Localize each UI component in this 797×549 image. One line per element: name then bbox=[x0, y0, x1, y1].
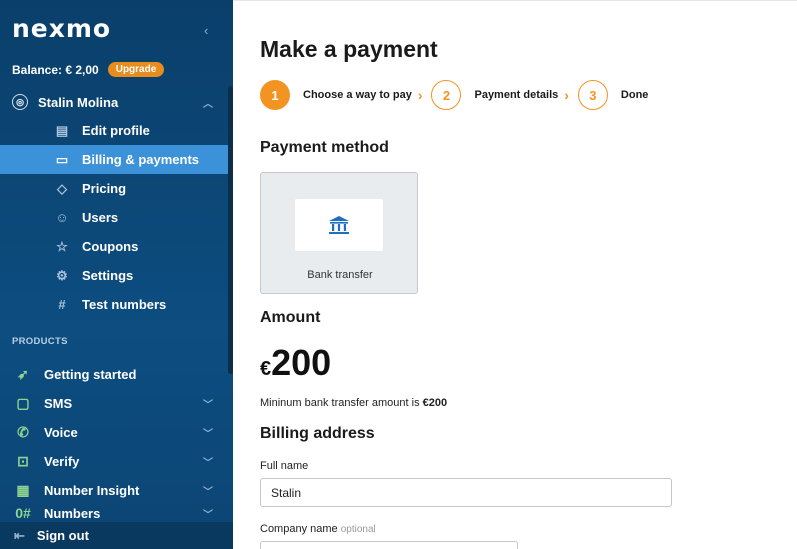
star-icon: ☆ bbox=[56, 238, 68, 254]
bank-transfer-option[interactable]: Bank transfer bbox=[260, 172, 418, 294]
sidebar-item-label: Pricing bbox=[82, 181, 127, 196]
upgrade-button[interactable]: Upgrade bbox=[107, 62, 165, 77]
tag-icon: ◇ bbox=[57, 180, 67, 196]
step-2-label: Payment details bbox=[474, 89, 559, 101]
sidebar-item-label: Voice bbox=[44, 425, 78, 440]
account-nav: ▤ Edit profile ▭ Billing & payments ◇ Prici… bbox=[0, 116, 233, 319]
user-menu[interactable]: ◎ Stalin Molina ︿ bbox=[0, 89, 233, 115]
chevron-down-icon: ﹀ bbox=[203, 458, 213, 469]
sidebar-item-coupons[interactable]: ☆ Coupons bbox=[0, 232, 233, 261]
divider bbox=[233, 0, 797, 1]
sidebar-item-edit-profile[interactable]: ▤ Edit profile bbox=[0, 116, 233, 145]
chevron-down-icon: ﹀ bbox=[203, 487, 213, 498]
chevron-down-icon: ﹀ bbox=[203, 429, 213, 440]
user-icon: ◎ bbox=[12, 94, 28, 110]
credit-card-icon: ▭ bbox=[55, 151, 69, 167]
amount-heading: Amount bbox=[260, 309, 321, 326]
sidebar-item-label: Numbers bbox=[44, 506, 101, 521]
company-name-field[interactable] bbox=[260, 541, 518, 549]
payment-steps: 1 Choose a way to pay › 2 Payment detail… bbox=[260, 80, 648, 110]
gear-icon: ⚙ bbox=[56, 267, 68, 283]
phone-icon: ✆ bbox=[17, 424, 29, 440]
sidebar-item-pricing[interactable]: ◇ Pricing bbox=[0, 174, 233, 203]
user-name: Stalin Molina bbox=[38, 94, 119, 110]
sidebar-item-settings[interactable]: ⚙ Settings bbox=[0, 261, 233, 290]
balance-text: Balance: € 2,00 bbox=[12, 62, 99, 77]
company-name-label: Company name optional bbox=[260, 523, 376, 535]
payment-method-heading: Payment method bbox=[260, 139, 389, 156]
step-1-label: Choose a way to pay bbox=[303, 89, 412, 101]
step-3-number: 3 bbox=[577, 80, 608, 110]
main-content: Make a payment 1 Choose a way to pay › 2… bbox=[233, 0, 797, 549]
amount-value: 200 bbox=[271, 342, 332, 383]
sign-out-button[interactable]: ⇤ Sign out bbox=[0, 522, 233, 549]
sign-out-icon: ⇤ bbox=[14, 527, 25, 543]
note-amount: €200 bbox=[422, 397, 448, 409]
full-name-field[interactable] bbox=[260, 478, 672, 507]
products-heading: PRODUCTS bbox=[12, 336, 68, 347]
step-1-number: 1 bbox=[260, 80, 290, 110]
document-search-icon: ▦ bbox=[16, 482, 30, 498]
chevron-down-icon: ﹀ bbox=[203, 400, 213, 411]
step-3-label: Done bbox=[620, 89, 649, 101]
sidebar-item-sms[interactable]: ▢ SMS ﹀ bbox=[0, 389, 233, 418]
page-title: Make a payment bbox=[260, 36, 438, 62]
sidebar-item-label: Billing & payments bbox=[82, 152, 200, 167]
numbers-icon: 0# bbox=[15, 505, 31, 521]
sidebar-item-label: Verify bbox=[44, 454, 80, 469]
amount-display: €200 bbox=[260, 342, 331, 384]
sidebar-item-label: Test numbers bbox=[82, 297, 167, 312]
sidebar-item-verify[interactable]: ⊡ Verify ﹀ bbox=[0, 447, 233, 476]
sidebar-item-getting-started[interactable]: ➶ Getting started bbox=[0, 360, 233, 389]
sidebar-item-voice[interactable]: ✆ Voice ﹀ bbox=[0, 418, 233, 447]
sidebar-item-number-insight[interactable]: ▦ Number Insight ﹀ bbox=[0, 476, 233, 505]
chevron-right-icon: › bbox=[564, 87, 569, 103]
sidebar-item-users[interactable]: ☺ Users bbox=[0, 203, 233, 232]
sidebar-item-label: SMS bbox=[44, 396, 73, 411]
users-icon: ☺ bbox=[55, 210, 69, 225]
chevron-right-icon: › bbox=[417, 87, 423, 103]
bank-icon bbox=[329, 216, 349, 234]
sign-out-label: Sign out bbox=[36, 528, 89, 543]
balance: Balance: € 2,00 Upgrade bbox=[12, 62, 165, 77]
sidebar-item-label: Number Insight bbox=[44, 483, 140, 498]
app: nexmo ‹ Balance: € 2,00 Upgrade ◎ Stalin… bbox=[0, 0, 797, 549]
rocket-icon: ➶ bbox=[17, 366, 29, 382]
chevron-down-icon: ﹀ bbox=[203, 510, 213, 521]
full-name-label: Full name bbox=[260, 460, 309, 472]
sidebar-item-label: Users bbox=[82, 210, 119, 225]
minimum-note: Mininum bank transfer amount is €200 bbox=[260, 397, 447, 409]
billing-heading: Billing address bbox=[260, 425, 375, 442]
company-label-text: Company name bbox=[260, 523, 338, 535]
chevron-up-icon: ︿ bbox=[203, 98, 213, 110]
sidebar-item-numbers[interactable]: 0# Numbers ﹀ bbox=[0, 505, 233, 521]
nexmo-logo[interactable]: nexmo bbox=[12, 14, 111, 43]
lock-icon: ⊡ bbox=[17, 453, 29, 469]
id-card-icon: ▤ bbox=[55, 122, 69, 138]
hash-icon: # bbox=[58, 297, 66, 312]
step-2-number: 2 bbox=[431, 80, 462, 110]
message-icon: ▢ bbox=[16, 395, 30, 411]
sidebar-item-label: Settings bbox=[82, 268, 134, 283]
collapse-sidebar-icon[interactable]: ‹ bbox=[204, 23, 208, 38]
sidebar-item-label: Getting started bbox=[44, 367, 137, 382]
amount-currency: € bbox=[260, 358, 272, 380]
sidebar-item-test-numbers[interactable]: # Test numbers bbox=[0, 290, 233, 319]
note-text: Mininum bank transfer amount is bbox=[260, 397, 423, 409]
bank-icon-box bbox=[295, 199, 383, 251]
method-label: Bank transfer bbox=[307, 269, 373, 281]
sidebar-item-billing[interactable]: ▭ Billing & payments bbox=[0, 145, 233, 174]
sidebar: nexmo ‹ Balance: € 2,00 Upgrade ◎ Stalin… bbox=[0, 0, 233, 549]
products-nav: ➶ Getting started ▢ SMS ﹀ ✆ Voice ﹀ ⊡ Verify ﹀ … bbox=[0, 360, 233, 521]
sidebar-item-label: Edit profile bbox=[82, 123, 150, 138]
sidebar-item-label: Coupons bbox=[82, 239, 139, 254]
optional-tag: optional bbox=[340, 524, 376, 535]
